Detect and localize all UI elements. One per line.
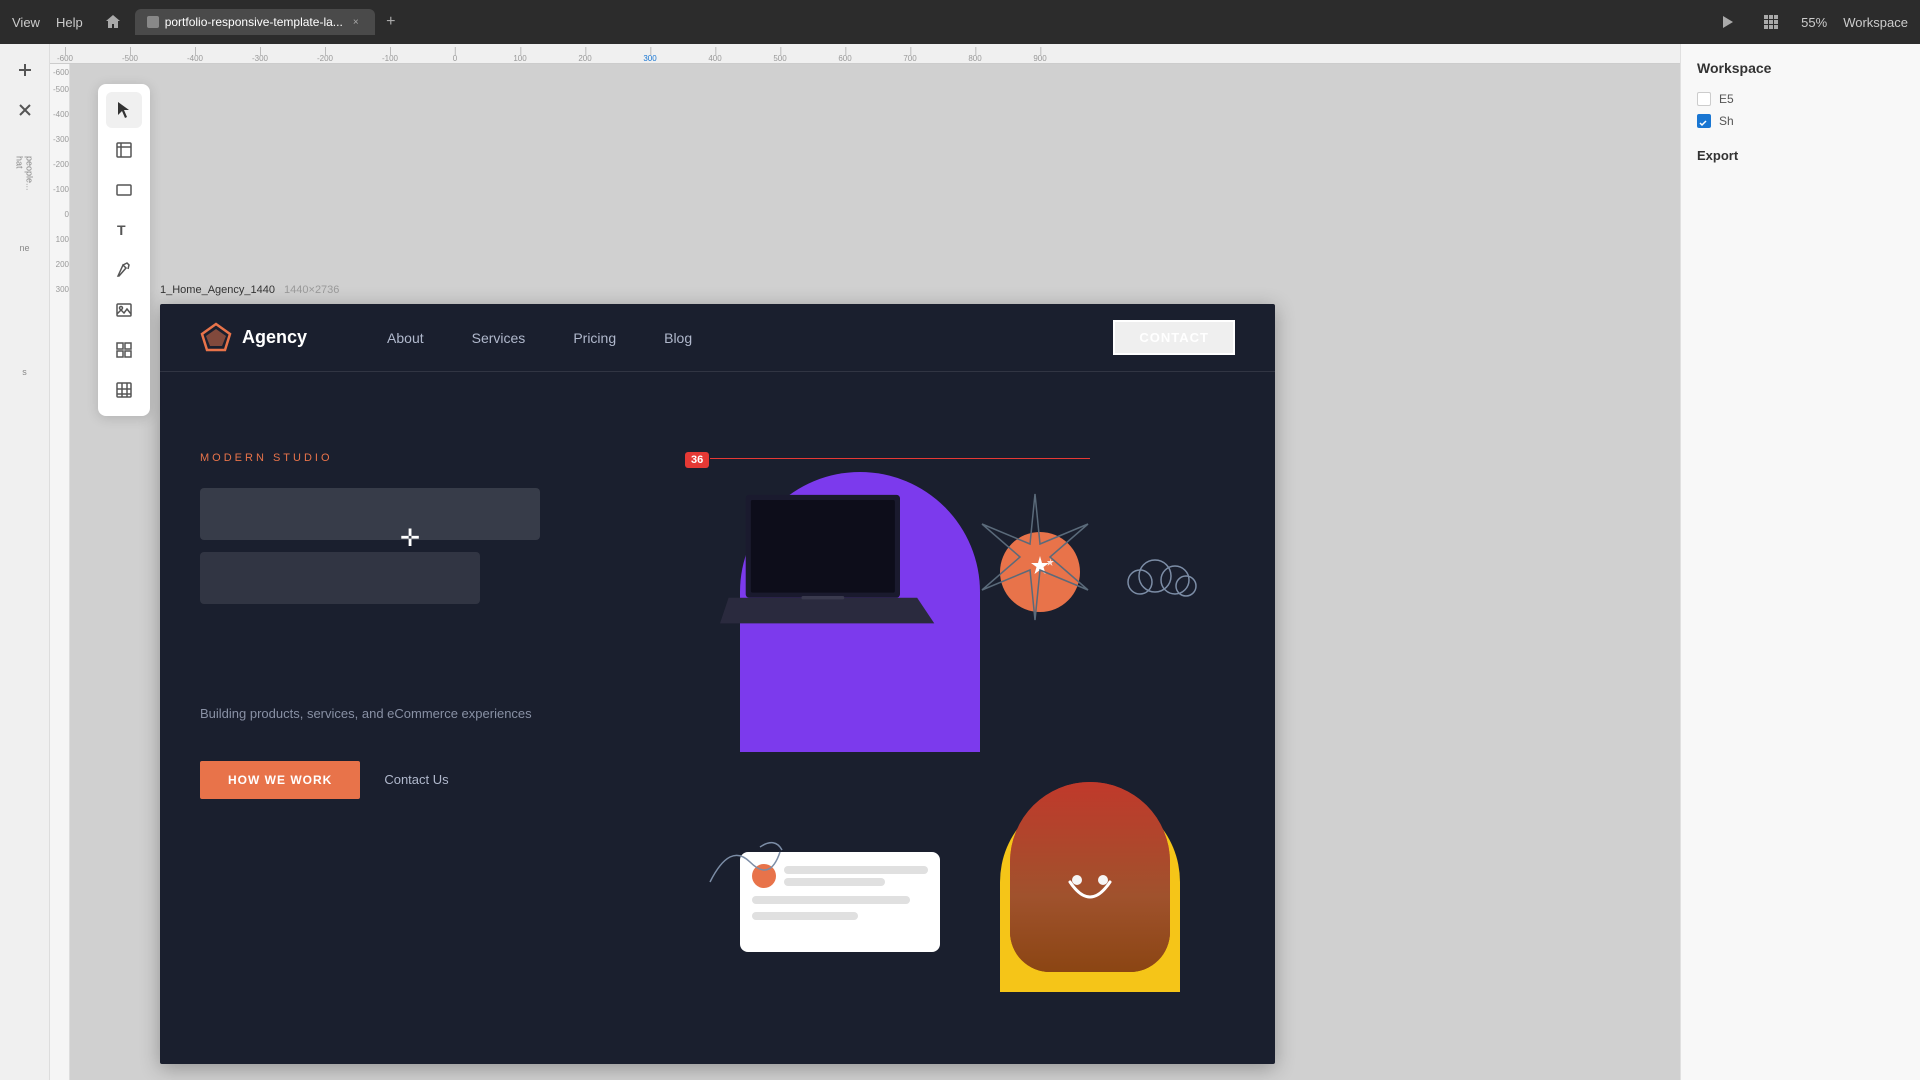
- laptop-illustration: [720, 412, 960, 732]
- checkbox-e5[interactable]: [1697, 92, 1711, 106]
- site-hero: MODERN STUDIO Building products, service…: [160, 372, 1275, 1012]
- top-bar-left: View Help: [12, 15, 83, 30]
- close-tool[interactable]: [7, 92, 43, 128]
- export-section: Export: [1697, 148, 1904, 163]
- image-tool[interactable]: [106, 292, 142, 328]
- grid-tool[interactable]: [106, 372, 142, 408]
- card-line-4: [752, 912, 858, 920]
- tab-bar: portfolio-responsive-template-la... × +: [135, 9, 1705, 35]
- card-line-1: [784, 866, 928, 874]
- logo-text: Agency: [242, 327, 307, 348]
- website-preview[interactable]: Agency About Services Pricing Blog CONTA…: [160, 304, 1275, 1064]
- card-line-2: [784, 878, 885, 886]
- workspace-label: Workspace: [1843, 15, 1908, 30]
- cta-primary-button[interactable]: HOW WE WORK: [200, 761, 360, 799]
- panel-title: Workspace: [1697, 60, 1904, 76]
- logo-icon: [200, 322, 232, 354]
- cta-secondary-link[interactable]: Contact Us: [384, 772, 448, 787]
- zoom-level[interactable]: 55%: [1801, 15, 1827, 30]
- nav-about[interactable]: About: [387, 330, 424, 346]
- canvas-area[interactable]: -600 -500 -400 -300 -200 -100 0 100 200 …: [50, 64, 1680, 1080]
- hero-subtitle: MODERN STUDIO: [200, 452, 680, 464]
- grid-icon[interactable]: [1757, 8, 1785, 36]
- play-button[interactable]: [1713, 8, 1741, 36]
- hero-description: Building products, services, and eCommer…: [200, 704, 680, 725]
- select-tool[interactable]: [106, 92, 142, 128]
- cursor-cross: ✛: [400, 524, 420, 553]
- canvas-wrapper: -600 -500 -400 -300 -200 -100 0 100 200 …: [50, 44, 1680, 1080]
- top-bar: View Help portfolio-responsive-template-…: [0, 0, 1920, 44]
- label-ne: ne: [7, 230, 43, 266]
- frame-tool[interactable]: [106, 132, 142, 168]
- frame-name: 1_Home_Agency_1440: [160, 284, 275, 296]
- panel-row-sh: Sh: [1697, 114, 1904, 128]
- rect-tool[interactable]: [106, 172, 142, 208]
- ruler-vertical: -600 -500 -400 -300 -200 -100 0 100 200 …: [50, 64, 70, 1080]
- active-tab[interactable]: portfolio-responsive-template-la... ×: [135, 9, 375, 35]
- nav-blog[interactable]: Blog: [664, 330, 692, 346]
- tab-add-button[interactable]: +: [379, 10, 403, 34]
- selection-line: [710, 458, 1090, 459]
- svg-text:T: T: [117, 222, 126, 238]
- panel-e5-label: E5: [1719, 92, 1734, 106]
- swirl-icon: [700, 832, 790, 892]
- right-panel: Workspace E5 Sh Export: [1680, 44, 1920, 1080]
- contact-button[interactable]: CONTACT: [1113, 320, 1235, 355]
- text-left: hat people...: [7, 156, 43, 192]
- menu-help[interactable]: Help: [56, 15, 83, 30]
- site-nav: Agency About Services Pricing Blog CONTA…: [160, 304, 1275, 372]
- frame-size: 1440×2736: [284, 284, 339, 296]
- canvas-content: T 1_Home_Ag: [70, 64, 1680, 1080]
- pen-tool[interactable]: [106, 252, 142, 288]
- swirl-decoration: [700, 832, 790, 892]
- panel-sh-label: Sh: [1719, 114, 1734, 128]
- hero-buttons: HOW WE WORK Contact Us: [200, 761, 680, 799]
- hero-title-lines: [200, 488, 680, 604]
- cloud-decoration: [1120, 552, 1200, 602]
- tab-close-button[interactable]: ×: [349, 15, 363, 29]
- cloud-icon: [1120, 552, 1200, 602]
- home-icon[interactable]: [99, 8, 127, 36]
- nav-links: About Services Pricing Blog: [387, 330, 1113, 346]
- girl-portrait-container: [1000, 772, 1180, 992]
- smile-icon: [1050, 872, 1130, 932]
- plus-tool[interactable]: [7, 52, 43, 88]
- main-area: hat people... ne s -600 -500 -400 -300 -…: [0, 44, 1920, 1080]
- tab-filename: portfolio-responsive-template-la...: [165, 15, 343, 29]
- frame-label: 1_Home_Agency_1440 1440×2736: [160, 284, 339, 296]
- girl-face: [1010, 782, 1170, 972]
- text-tool[interactable]: T: [106, 212, 142, 248]
- checkbox-sh[interactable]: [1697, 114, 1711, 128]
- star-decoration: [970, 492, 1100, 622]
- top-bar-right: 55% Workspace: [1713, 8, 1908, 36]
- ruler-horizontal: -600 -500 -400 -300 -200 -100 0 100 200 …: [50, 44, 1680, 64]
- site-logo: Agency: [200, 322, 307, 354]
- left-sidebar: hat people... ne s: [0, 44, 50, 1080]
- panel-row-e5: E5: [1697, 92, 1904, 106]
- nav-pricing[interactable]: Pricing: [573, 330, 616, 346]
- arch-container: [740, 432, 980, 752]
- export-title: Export: [1697, 148, 1904, 163]
- card-line-3: [752, 896, 910, 904]
- component-tool[interactable]: [106, 332, 142, 368]
- hero-left: MODERN STUDIO Building products, service…: [200, 412, 680, 1012]
- label-s: s: [7, 354, 43, 390]
- nav-services[interactable]: Services: [472, 330, 526, 346]
- menu-view[interactable]: View: [12, 15, 40, 30]
- tool-panel: T: [98, 84, 150, 416]
- selection-badge: 36: [685, 452, 709, 468]
- hero-right: [680, 412, 1235, 1012]
